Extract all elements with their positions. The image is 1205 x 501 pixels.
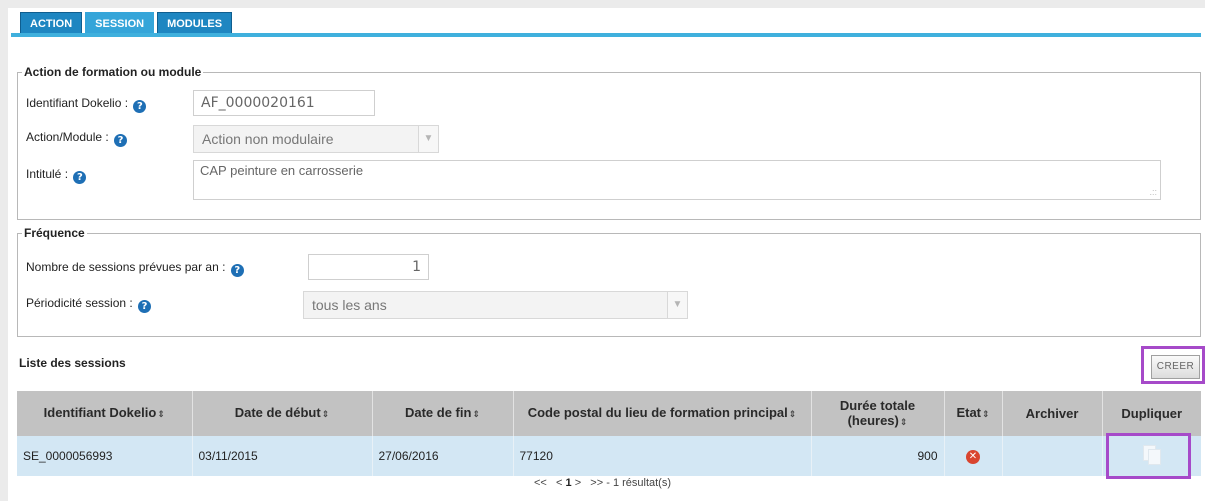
identifiant-label-text: Identifiant Dokelio : bbox=[26, 96, 129, 110]
col-dupliquer: Dupliquer bbox=[1102, 391, 1201, 436]
tab-session[interactable]: SESSION bbox=[85, 12, 155, 34]
frequence-fieldset: Fréquence Nombre de sessions prévues par… bbox=[17, 226, 1201, 337]
sort-icon[interactable]: ⇕ bbox=[789, 409, 797, 419]
col-label: Etat bbox=[956, 405, 981, 420]
cell-date-fin: 27/06/2016 bbox=[372, 436, 514, 476]
col-label: Date de début bbox=[234, 405, 321, 420]
col-identifiant[interactable]: Identifiant Dokelio⇕ bbox=[17, 391, 193, 436]
periodicite-label-text: Périodicité session : bbox=[26, 296, 133, 310]
last-page-link[interactable]: >> bbox=[590, 477, 603, 489]
first-page-link[interactable]: << bbox=[534, 477, 547, 489]
sort-icon[interactable]: ⇕ bbox=[472, 409, 480, 419]
chevron-down-icon: ▼ bbox=[667, 292, 687, 318]
next-page-link[interactable]: > bbox=[575, 477, 581, 489]
tab-action[interactable]: ACTION bbox=[20, 12, 83, 34]
cell-code-postal: 77120 bbox=[513, 436, 812, 476]
tab-modules[interactable]: MODULES bbox=[157, 12, 233, 34]
col-duree[interactable]: Durée totale (heures)⇕ bbox=[811, 391, 945, 436]
resize-handle-icon[interactable]: .:: bbox=[1149, 187, 1157, 197]
action-module-label: Action/Module : ? bbox=[26, 130, 128, 147]
highlight-box bbox=[1106, 433, 1191, 479]
sort-icon[interactable]: ⇕ bbox=[322, 409, 330, 419]
action-module-select[interactable]: Action non modulaire ▼ bbox=[193, 125, 439, 153]
sort-icon[interactable]: ⇕ bbox=[900, 417, 908, 427]
intitule-label: Intitulé : ? bbox=[26, 167, 87, 184]
intitule-label-text: Intitulé : bbox=[26, 167, 69, 181]
nb-sessions-field[interactable]: 1 bbox=[308, 254, 429, 280]
table-header-row: Identifiant Dokelio⇕ Date de début⇕ Date… bbox=[17, 391, 1201, 436]
result-count: - 1 résultat(s) bbox=[606, 477, 672, 489]
help-icon[interactable]: ? bbox=[133, 100, 147, 113]
sessions-table: Identifiant Dokelio⇕ Date de début⇕ Date… bbox=[17, 391, 1201, 476]
col-date-debut[interactable]: Date de début⇕ bbox=[192, 391, 373, 436]
col-date-fin[interactable]: Date de fin⇕ bbox=[372, 391, 514, 436]
nb-sessions-label: Nombre de sessions prévues par an : ? bbox=[26, 260, 244, 277]
tab-bar: ACTION SESSION MODULES bbox=[20, 12, 233, 34]
help-icon[interactable]: ? bbox=[138, 300, 152, 313]
sort-icon[interactable]: ⇕ bbox=[982, 409, 990, 419]
frequence-fieldset-legend: Fréquence bbox=[22, 226, 87, 240]
pagination: << < 1 > >> - 1 résultat(s) bbox=[0, 477, 1205, 489]
tab-underline bbox=[11, 33, 1201, 37]
help-icon[interactable]: ? bbox=[230, 264, 244, 277]
prev-page-link[interactable]: < bbox=[556, 477, 562, 489]
cell-date-debut: 03/11/2015 bbox=[192, 436, 373, 476]
cell-archiver bbox=[1002, 436, 1103, 476]
col-archiver: Archiver bbox=[1002, 391, 1103, 436]
intitule-value: CAP peinture en carrosserie bbox=[200, 163, 364, 178]
sessions-list-title: Liste des sessions bbox=[19, 356, 126, 370]
intitule-textarea[interactable]: CAP peinture en carrosserie .:: bbox=[193, 160, 1161, 200]
col-label: Code postal du lieu de formation princip… bbox=[527, 405, 788, 420]
current-page: 1 bbox=[565, 477, 572, 489]
error-x-icon: ✕ bbox=[966, 450, 980, 464]
help-icon[interactable]: ? bbox=[73, 171, 87, 184]
chevron-down-icon: ▼ bbox=[418, 126, 438, 152]
col-label: Identifiant Dokelio bbox=[43, 405, 157, 420]
action-module-value: Action non modulaire bbox=[202, 131, 334, 147]
col-etat[interactable]: Etat⇕ bbox=[944, 391, 1003, 436]
cell-identifiant[interactable]: SE_0000056993 bbox=[17, 436, 193, 476]
action-fieldset: Action de formation ou module Identifian… bbox=[17, 65, 1201, 220]
identifiant-field[interactable]: AF_0000020161 bbox=[193, 90, 375, 116]
periodicite-label: Périodicité session : ? bbox=[26, 296, 152, 313]
nb-sessions-label-text: Nombre de sessions prévues par an : bbox=[26, 260, 226, 274]
table-row[interactable]: SE_0000056993 03/11/2015 27/06/2016 7712… bbox=[17, 436, 1201, 476]
help-icon[interactable]: ? bbox=[114, 134, 128, 147]
col-label: Archiver bbox=[1025, 406, 1079, 421]
cell-duree: 900 bbox=[811, 436, 945, 476]
action-fieldset-legend: Action de formation ou module bbox=[22, 65, 204, 79]
cell-etat: ✕ bbox=[944, 436, 1003, 476]
col-label: Date de fin bbox=[404, 405, 472, 420]
periodicite-value: tous les ans bbox=[312, 297, 387, 313]
periodicite-select[interactable]: tous les ans ▼ bbox=[303, 291, 688, 319]
sort-icon[interactable]: ⇕ bbox=[157, 409, 165, 419]
create-button[interactable]: CREER bbox=[1151, 355, 1200, 379]
col-code-postal[interactable]: Code postal du lieu de formation princip… bbox=[513, 391, 812, 436]
identifiant-label: Identifiant Dokelio : ? bbox=[26, 96, 147, 113]
action-module-label-text: Action/Module : bbox=[26, 130, 109, 144]
col-label: Dupliquer bbox=[1121, 406, 1183, 421]
